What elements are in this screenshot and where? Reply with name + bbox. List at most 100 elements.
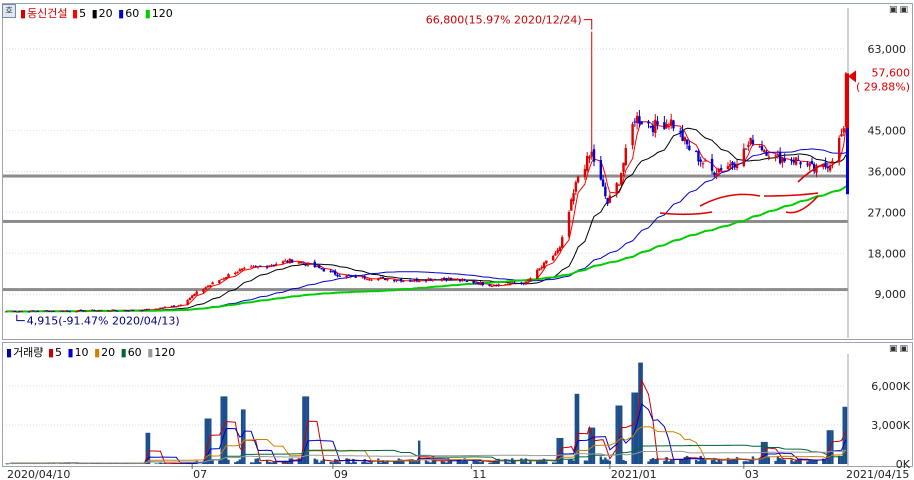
candle-body xyxy=(545,260,548,264)
candle-body xyxy=(240,268,244,271)
candle-body xyxy=(504,284,507,286)
vol-legend-ma-10: ▮10 xyxy=(67,346,89,359)
candle-body xyxy=(299,261,303,263)
candle-body xyxy=(599,160,603,180)
high-annotation-arrow xyxy=(583,19,593,30)
volume-bar xyxy=(647,461,650,464)
candle-body xyxy=(288,258,291,264)
candle-body xyxy=(193,293,196,297)
candle-body xyxy=(333,270,337,275)
candle-body xyxy=(13,311,17,313)
volume-bar xyxy=(254,458,257,464)
candle-body xyxy=(810,161,814,165)
volume-bar xyxy=(778,458,782,464)
candle-body xyxy=(427,278,430,281)
candle-body xyxy=(236,271,239,273)
date-tick-label: 2020/04/10 xyxy=(7,468,70,480)
ma-line-5 xyxy=(5,121,847,313)
volume-bar xyxy=(685,455,689,464)
candle-body xyxy=(715,173,718,176)
date-tick-label: 11 xyxy=(472,468,486,480)
volume-bar xyxy=(526,462,530,464)
candle-body xyxy=(576,176,580,183)
volume-ma-line-5 xyxy=(5,378,847,465)
candle-body xyxy=(710,158,714,171)
candle-body xyxy=(733,163,736,168)
candle-body xyxy=(474,282,478,284)
volume-bar xyxy=(697,461,700,464)
volume-bar xyxy=(490,462,494,464)
candle-body xyxy=(417,281,421,283)
vol-legend-ma-120: ▮120 xyxy=(147,346,176,359)
candle-body xyxy=(424,280,428,282)
candle-body xyxy=(243,267,246,269)
candle-body xyxy=(190,295,194,299)
volume-panel-window-buttons[interactable]: ▣▣ xyxy=(889,344,910,354)
hand-drawn-mark xyxy=(797,163,825,183)
candle-body xyxy=(370,279,373,281)
volume-bar xyxy=(234,462,237,464)
volume-bar xyxy=(413,461,416,464)
volume-bar xyxy=(669,459,673,464)
candle-body xyxy=(265,266,269,268)
volume-bar xyxy=(159,462,162,464)
candle-body xyxy=(170,306,173,308)
date-tick-label: 2021/04/15 xyxy=(846,468,909,480)
volume-bar xyxy=(477,461,480,464)
candle-body xyxy=(129,309,133,311)
candle-body xyxy=(536,269,539,279)
candle-body xyxy=(111,309,114,311)
candle-body xyxy=(522,282,525,285)
candle-body xyxy=(726,166,730,170)
candle-body xyxy=(274,264,278,266)
volume-bar xyxy=(694,459,698,464)
price-panel-window-buttons[interactable]: ▣▣ xyxy=(889,5,910,15)
volume-bar xyxy=(479,462,482,464)
candle-body xyxy=(47,310,51,312)
volume-bar xyxy=(622,460,625,464)
candle-body xyxy=(172,305,176,307)
candle-body xyxy=(481,282,484,286)
low-annotation-arrow xyxy=(16,314,25,322)
candle-body xyxy=(329,270,332,272)
volume-bar xyxy=(365,462,369,464)
candle-body xyxy=(206,285,210,288)
volume-bar xyxy=(161,463,164,464)
chart-canvas[interactable]: 63,000 45,000 36,000 27,000 18,000 9,000 6,00… xyxy=(0,0,914,480)
candle-body xyxy=(429,278,432,281)
stock-name: 동신건설 xyxy=(27,7,68,20)
candle-body xyxy=(663,122,666,130)
candle-body xyxy=(592,149,596,162)
volume-bar xyxy=(599,456,603,464)
volume-bar xyxy=(154,463,158,464)
panel-corner-button[interactable]: 호 xyxy=(2,4,16,18)
candle-body xyxy=(649,125,652,128)
volume-bar xyxy=(831,430,834,464)
candle-body xyxy=(524,281,528,284)
date-tick-label: 03 xyxy=(745,468,759,480)
volume-bar xyxy=(506,462,509,464)
candle-body xyxy=(608,195,612,203)
candle-body xyxy=(318,265,321,269)
candle-body xyxy=(338,275,341,277)
candle-body xyxy=(731,162,734,166)
candle-body xyxy=(347,274,351,276)
candle-body xyxy=(808,163,811,167)
candle-body xyxy=(747,144,750,147)
candle-body xyxy=(220,278,223,280)
candle-body xyxy=(774,155,777,157)
candle-body xyxy=(488,284,491,287)
candle-body xyxy=(760,146,764,151)
candle-body xyxy=(667,126,671,128)
candle-body xyxy=(402,280,405,283)
volume-bar xyxy=(583,460,587,464)
candle-body xyxy=(456,279,459,281)
support-line xyxy=(3,219,848,223)
candle-body xyxy=(59,310,62,312)
candle-body xyxy=(32,310,35,312)
candle-body xyxy=(188,297,192,301)
candle-body xyxy=(66,310,69,312)
volume-bar xyxy=(313,458,316,464)
volume-bar xyxy=(147,432,151,464)
candle-body xyxy=(529,278,532,281)
